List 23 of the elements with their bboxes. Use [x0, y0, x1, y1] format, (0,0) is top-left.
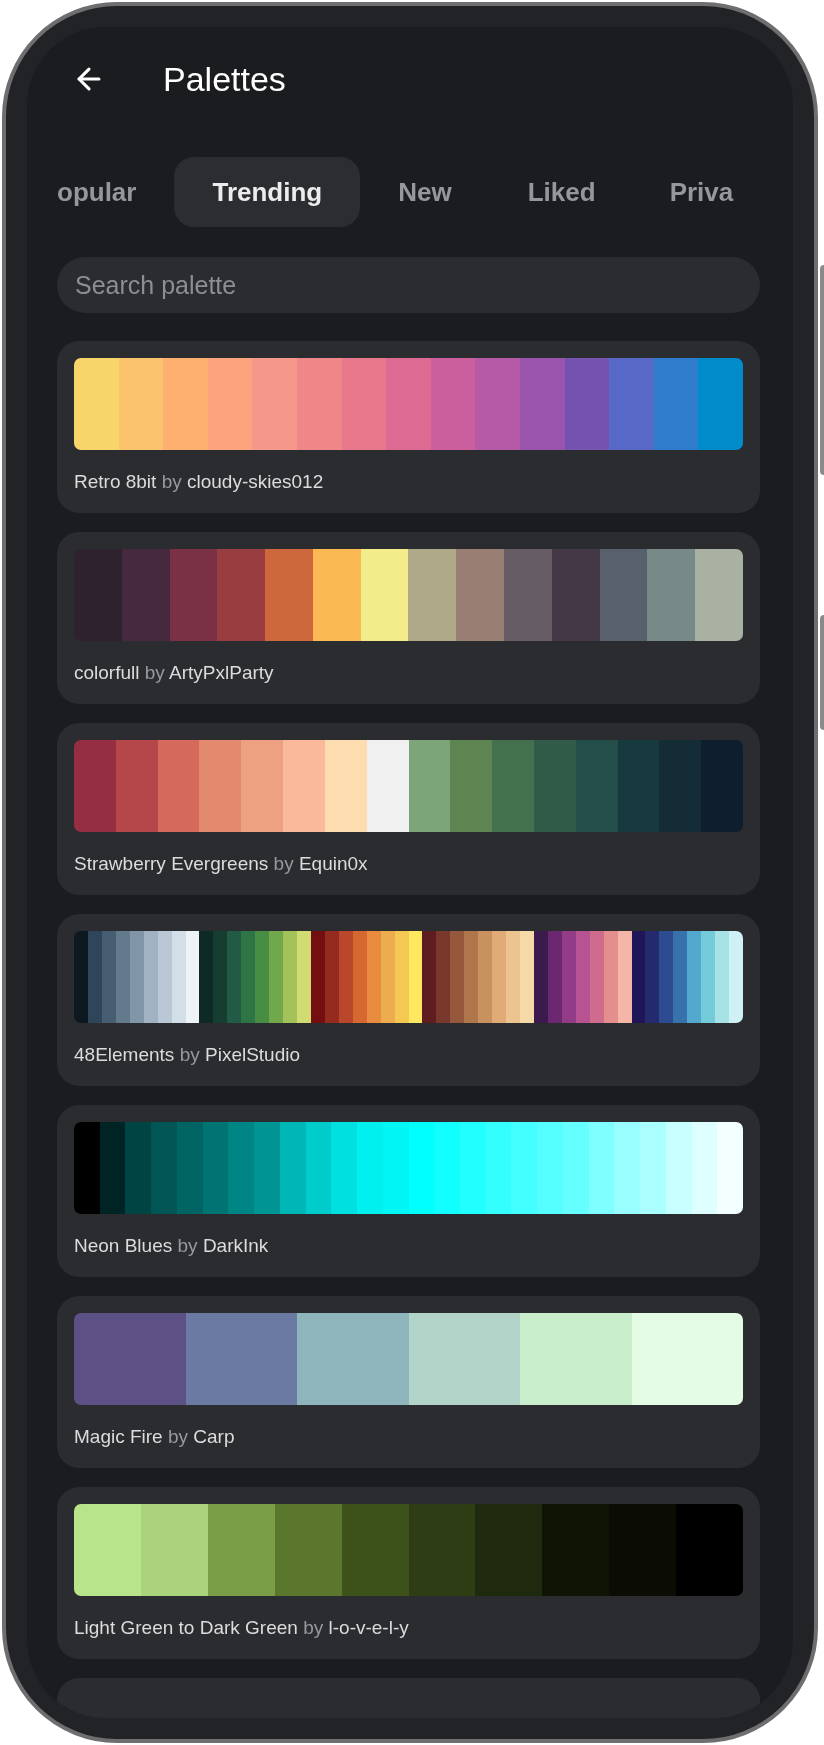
tab[interactable]: opular — [57, 157, 175, 227]
palette-caption: Retro 8bit by cloudy-skies012 — [74, 470, 325, 494]
palette-card[interactable]: Retro 8bit by cloudy-skies012 — [57, 341, 760, 513]
palette-card[interactable]: Magic Fire by Carp — [57, 1296, 760, 1468]
palette-card[interactable]: colorfull by ArtyPxlParty — [57, 532, 760, 704]
side-button[interactable] — [820, 265, 824, 475]
palette-caption: Neon Blues by DarkInk — [74, 1234, 270, 1258]
palette-caption: 48Elements by PixelStudio — [74, 1043, 302, 1067]
palette-caption: colorfull by ArtyPxlParty — [74, 661, 275, 685]
tab[interactable]: Priva — [633, 157, 734, 227]
tab[interactable]: New — [360, 157, 490, 227]
palette-caption: Strawberry Evergreens by Equin0x — [74, 852, 369, 876]
palette-card[interactable]: 48Elements by PixelStudio — [57, 914, 760, 1086]
search-field[interactable]: Search palette — [57, 257, 760, 313]
page-title: Palettes — [163, 62, 286, 96]
palette-card[interactable]: Neon Blues by DarkInk — [57, 1105, 760, 1277]
tab[interactable]: Liked — [489, 157, 634, 227]
palette-card[interactable]: Strawberry Evergreens by Equin0x — [57, 723, 760, 895]
palette-caption: Magic Fire by Carp — [74, 1425, 236, 1449]
tab[interactable]: Trending — [174, 157, 361, 227]
side-button[interactable] — [820, 615, 824, 730]
palette-caption: Light Green to Dark Green by l-o-v-e-l-y — [74, 1616, 410, 1640]
palette-card[interactable]: Light Green to Dark Green by l-o-v-e-l-y — [57, 1487, 760, 1659]
